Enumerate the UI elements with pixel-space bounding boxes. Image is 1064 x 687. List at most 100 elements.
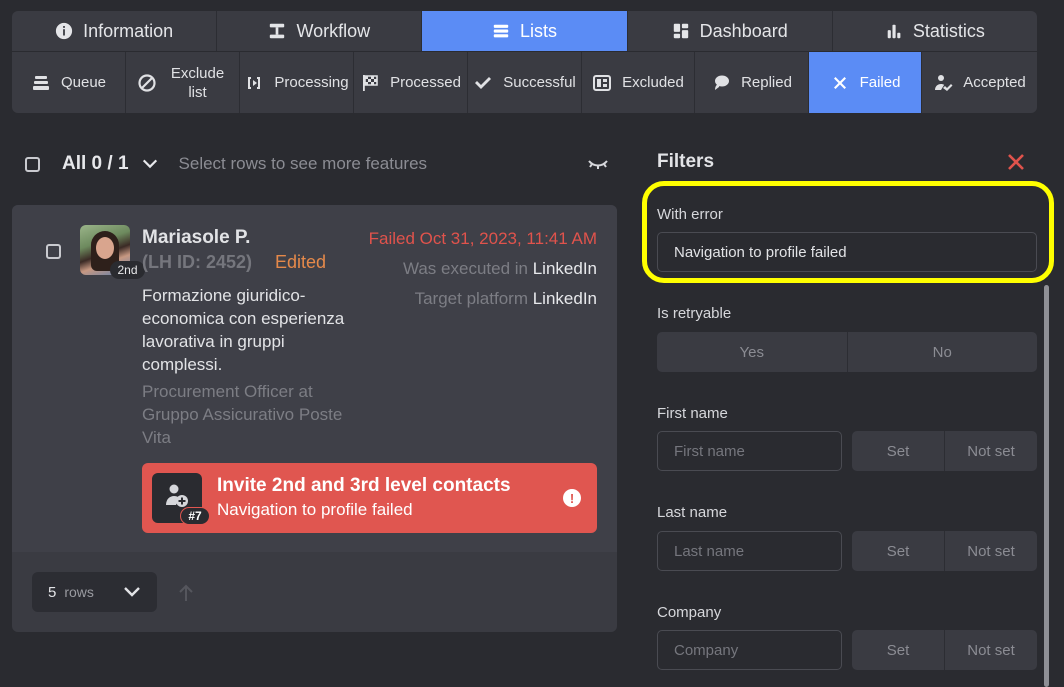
contact-card[interactable]: 2nd Mariasole P. (LH ID: 2452) Edited Fo…	[12, 205, 617, 552]
results-panel: 2nd Mariasole P. (LH ID: 2452) Edited Fo…	[12, 205, 617, 632]
processing-icon	[248, 76, 261, 89]
subtab-label: Accepted	[963, 74, 1026, 91]
target-platform: Target platform LinkedIn	[415, 289, 597, 309]
chevron-down-icon[interactable]	[141, 155, 159, 173]
last-name-set-button[interactable]: Set	[852, 531, 945, 571]
avatar-face	[96, 237, 114, 259]
chevron-down-icon	[124, 587, 140, 597]
rows-label: rows	[64, 584, 94, 600]
main-tabs: Information Workflow Lists Dashboard Sta…	[12, 11, 1037, 51]
target-label: Target platform	[414, 289, 528, 308]
first-name-set-toggle: Set Not set	[852, 431, 1037, 471]
subtab-label: Queue	[60, 74, 107, 91]
subtab-queue[interactable]: Queue	[12, 52, 126, 113]
retryable-toggle: Yes No	[657, 332, 1037, 372]
accepted-icon	[935, 74, 953, 91]
executed-in: Was executed in LinkedIn	[403, 259, 597, 279]
target-value: LinkedIn	[532, 289, 597, 308]
tab-information[interactable]: Information	[12, 11, 218, 51]
lists-icon	[493, 24, 509, 38]
row-checkbox[interactable]	[46, 244, 61, 259]
edited-label: Edited	[275, 252, 327, 272]
tab-label: Information	[83, 20, 174, 41]
subtab-label: Excluded	[622, 74, 684, 91]
subtab-successful[interactable]: Successful	[468, 52, 582, 113]
tab-label: Dashboard	[699, 20, 788, 41]
selection-hint: Select rows to see more features	[178, 154, 428, 173]
filters-scrollbar[interactable]	[1044, 285, 1049, 687]
tab-lists[interactable]: Lists	[422, 11, 628, 51]
action-title: Invite 2nd and 3rd level contacts	[217, 475, 511, 496]
step-badge: #7	[180, 507, 210, 525]
info-icon	[55, 22, 73, 40]
tab-label: Workflow	[296, 20, 371, 41]
executed-value: LinkedIn	[532, 259, 597, 278]
replied-icon	[715, 75, 730, 90]
rows-number: 5	[48, 583, 57, 601]
failed-action[interactable]: #7 Invite 2nd and 3rd level contacts Nav…	[142, 463, 597, 533]
filters-title: Filters	[657, 151, 715, 172]
company-set-toggle: Set Not set	[852, 630, 1037, 670]
excluded-icon	[593, 74, 612, 91]
tab-dashboard[interactable]: Dashboard	[628, 11, 833, 51]
rows-per-page-select[interactable]: 5 rows	[32, 572, 157, 612]
first-name-not-set-button[interactable]: Not set	[945, 431, 1037, 471]
checkmark-icon	[475, 76, 492, 89]
first-name-label: First name	[657, 405, 728, 422]
dashboard-icon	[673, 23, 688, 39]
select-all-checkbox[interactable]	[25, 156, 40, 172]
list-subtabs: Queue Exclude list Processing Processed …	[12, 52, 1037, 113]
workflow-icon	[270, 23, 285, 39]
subtab-label: Successful	[503, 74, 576, 91]
subtab-accepted[interactable]: Accepted	[922, 52, 1037, 113]
subtab-processing[interactable]: Processing	[240, 52, 354, 113]
subtab-label: Processing	[274, 74, 349, 91]
subtab-replied[interactable]: Replied	[695, 52, 809, 113]
tab-label: Statistics	[912, 20, 985, 41]
retryable-label: Is retryable	[657, 305, 732, 322]
last-name-not-set-button[interactable]: Not set	[945, 531, 1037, 571]
retryable-no-button[interactable]: No	[848, 332, 1038, 372]
company-label: Company	[657, 604, 722, 621]
subtab-label: Failed	[859, 74, 901, 91]
x-icon	[833, 76, 846, 89]
selection-count[interactable]: All 0 / 1	[62, 153, 129, 175]
contact-position: Procurement Officer at Gruppo Assicurati…	[142, 382, 343, 447]
action-error: Navigation to profile failed	[217, 500, 413, 519]
last-name-label: Last name	[657, 504, 728, 521]
subtab-label: Exclude list	[170, 64, 225, 101]
subtab-exclude-list[interactable]: Exclude list	[126, 52, 240, 113]
close-icon[interactable]	[1006, 152, 1026, 172]
company-set-button[interactable]: Set	[852, 630, 945, 670]
executed-label: Was executed in	[402, 259, 528, 278]
degree-badge: 2nd	[110, 261, 145, 279]
last-name-input[interactable]	[657, 531, 842, 571]
company-not-set-button[interactable]: Not set	[945, 630, 1037, 670]
subtab-processed[interactable]: Processed	[354, 52, 468, 113]
selection-bar: All 0 / 1 Select rows to see more featur…	[25, 148, 615, 180]
with-error-input[interactable]	[657, 232, 1037, 272]
subtab-failed[interactable]: Failed	[809, 52, 922, 113]
failed-date: Failed Oct 31, 2023, 11:41 AM	[368, 229, 597, 248]
eye-closed-icon[interactable]	[587, 156, 609, 172]
queue-icon	[32, 75, 49, 90]
exclude-icon	[137, 73, 156, 92]
contact-headline: Formazione giuridico-economica con esper…	[142, 286, 345, 374]
subtab-label: Processed	[390, 74, 461, 91]
tab-statistics[interactable]: Statistics	[833, 11, 1037, 51]
invite-user-icon	[166, 484, 188, 507]
retryable-yes-button[interactable]: Yes	[657, 332, 848, 372]
company-input[interactable]	[657, 630, 842, 670]
contact-name[interactable]: Mariasole P.	[142, 227, 250, 249]
alert-icon[interactable]: !	[563, 489, 581, 507]
arrow-up-icon[interactable]	[178, 584, 194, 602]
subtab-excluded[interactable]: Excluded	[582, 52, 695, 113]
tab-label: Lists	[520, 20, 558, 41]
first-name-input[interactable]	[657, 431, 842, 471]
last-name-set-toggle: Set Not set	[852, 531, 1037, 571]
first-name-set-button[interactable]: Set	[852, 431, 945, 471]
contact-id: (LH ID: 2452)	[142, 252, 253, 272]
checkered-flag-icon	[363, 74, 378, 91]
with-error-label: With error	[657, 206, 723, 223]
tab-workflow[interactable]: Workflow	[217, 11, 423, 51]
